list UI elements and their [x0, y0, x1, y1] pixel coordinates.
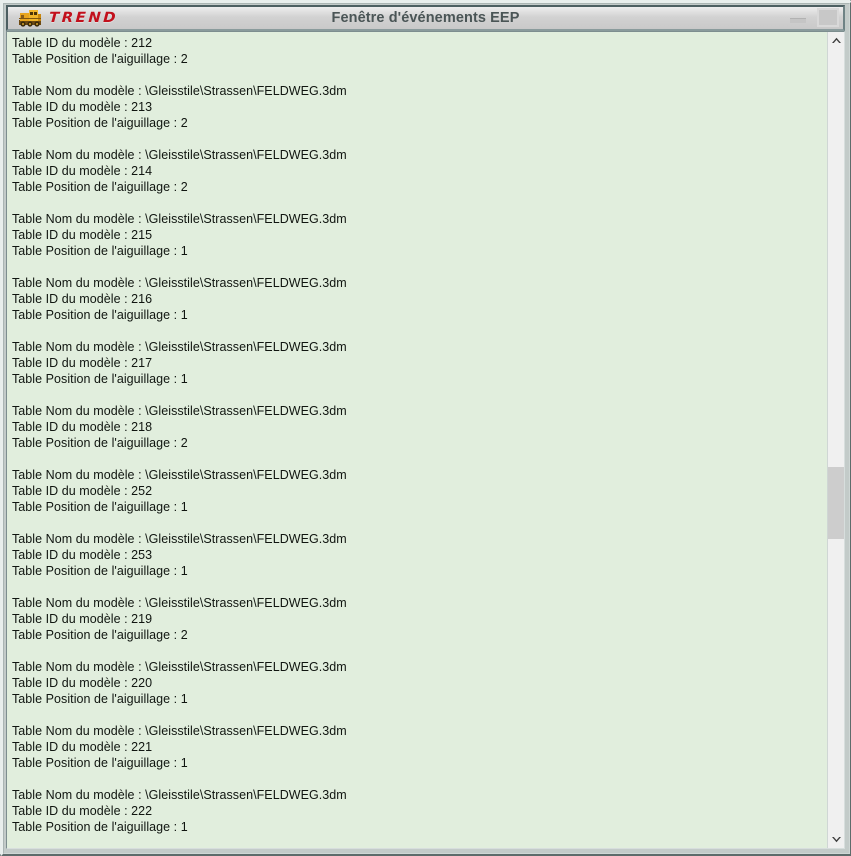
log-line: Table Position de l'aiguillage : 2 — [12, 116, 188, 130]
client-area: Table ID du modèle : 212 Table Position d… — [6, 31, 845, 849]
log-line: Table Nom du modèle : \Gleisstile\Strass… — [12, 276, 347, 290]
scroll-up-button[interactable] — [828, 32, 844, 49]
scrollbar-thumb[interactable] — [828, 467, 844, 540]
log-line: Table Position de l'aiguillage : 2 — [12, 628, 188, 642]
maximize-button[interactable] — [817, 8, 839, 27]
log-line: Table Position de l'aiguillage : 1 — [12, 372, 188, 386]
log-line: Table ID du modèle : 216 — [12, 292, 153, 306]
minimize-button[interactable] — [787, 9, 809, 27]
log-line: Table ID du modèle : 252 — [12, 484, 153, 498]
log-line: Table Nom du modèle : \Gleisstile\Strass… — [12, 724, 347, 738]
log-line: Table Nom du modèle : \Gleisstile\Strass… — [12, 660, 347, 674]
event-window: TREND Fenêtre d'événements EEP Table ID … — [0, 0, 851, 856]
log-line: Table ID du modèle : 213 — [12, 100, 153, 114]
log-line: Table ID du modèle : 217 — [12, 356, 153, 370]
log-line: Table ID du modèle : 215 — [12, 228, 153, 242]
log-line: Table ID du modèle : 212 — [12, 36, 153, 50]
log-line: Table Position de l'aiguillage : 1 — [12, 564, 188, 578]
event-log-pane[interactable]: Table ID du modèle : 212 Table Position d… — [7, 32, 827, 848]
log-line: Table Position de l'aiguillage : 2 — [12, 52, 188, 66]
log-line: Table ID du modèle : 220 — [12, 676, 153, 690]
log-line: Table Position de l'aiguillage : 1 — [12, 308, 188, 322]
log-line: Table Nom du modèle : \Gleisstile\Strass… — [12, 404, 347, 418]
log-line: Table Position de l'aiguillage : 1 — [12, 244, 188, 258]
log-line: Table Position de l'aiguillage : 2 — [12, 436, 188, 450]
log-line: Table Nom du modèle : \Gleisstile\Strass… — [12, 84, 347, 98]
log-line: Table Nom du modèle : \Gleisstile\Strass… — [12, 788, 347, 802]
log-line: Table Position de l'aiguillage : 1 — [12, 756, 188, 770]
log-line: Table Nom du modèle : \Gleisstile\Strass… — [12, 148, 347, 162]
window-controls — [787, 8, 839, 28]
log-line: Table Nom du modèle : \Gleisstile\Strass… — [12, 532, 347, 546]
scroll-down-button[interactable] — [828, 831, 844, 848]
log-line: Table Position de l'aiguillage : 1 — [12, 500, 188, 514]
log-line: Table Position de l'aiguillage : 1 — [12, 820, 188, 834]
log-line: Table ID du modèle : 214 — [12, 164, 153, 178]
log-line: Table Nom du modèle : \Gleisstile\Strass… — [12, 596, 347, 610]
log-line: Table Position de l'aiguillage : 2 — [12, 180, 188, 194]
log-line: Table ID du modèle : 222 — [12, 804, 153, 818]
window-title: Fenêtre d'événements EEP — [331, 10, 520, 26]
log-line: Table Nom du modèle : \Gleisstile\Strass… — [12, 340, 347, 354]
scrollbar-track[interactable] — [828, 49, 844, 831]
title-bar[interactable]: TREND Fenêtre d'événements EEP — [6, 5, 845, 31]
log-line: Table ID du modèle : 221 — [12, 740, 153, 754]
log-line: Table Position de l'aiguillage : 1 — [12, 692, 188, 706]
log-line: Table ID du modèle : 218 — [12, 420, 153, 434]
vertical-scrollbar[interactable] — [827, 32, 844, 848]
log-line: Table ID du modèle : 253 — [12, 548, 153, 562]
log-line: Table ID du modèle : 219 — [12, 612, 153, 626]
log-line: Table Nom du modèle : \Gleisstile\Strass… — [12, 212, 347, 226]
log-line: Table Nom du modèle : \Gleisstile\Strass… — [12, 468, 347, 482]
